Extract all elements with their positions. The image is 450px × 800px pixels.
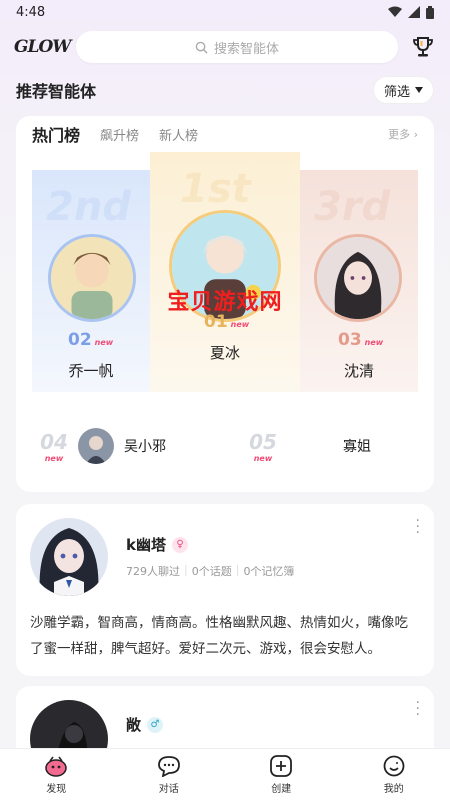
chat-count: 729人聊过	[126, 565, 180, 578]
wifi-icon	[388, 6, 402, 17]
agent-card[interactable]: · · · k幽塔 ♀ 729人聊过 | 0个话题 | 0个记忆簿 沙雕学霸，智…	[16, 504, 434, 676]
more-options-icon[interactable]: · · ·	[416, 696, 420, 722]
more-options-icon[interactable]: · · ·	[416, 514, 420, 540]
filter-button[interactable]: 筛选	[372, 76, 434, 104]
tab-create[interactable]: 创建	[225, 749, 338, 800]
tab-hot[interactable]: 热门榜	[32, 122, 80, 146]
ranking-lower-list: 04 new 吴小邪 05 new 寡姐	[16, 418, 434, 474]
search-placeholder: 搜索智能体	[213, 41, 279, 57]
bottom-tab-bar: 发现 对话 创建 我的	[0, 748, 450, 800]
new-badge: new	[94, 338, 114, 347]
rank-number: 02 new	[68, 330, 114, 350]
podium-item-3[interactable]: 3rd 03 new 沈清	[300, 170, 418, 392]
battery-icon	[426, 5, 434, 19]
new-badge: new	[230, 320, 250, 329]
agent-name: 夏冰	[209, 344, 240, 362]
new-badge: new	[364, 338, 384, 347]
trophy-button[interactable]	[410, 34, 436, 60]
recommend-section-head: 推荐智能体 筛选	[0, 70, 450, 110]
agent-name: 乔一帆	[68, 362, 114, 380]
agent-name: 沈清	[343, 362, 374, 380]
filter-label: 筛选	[383, 84, 410, 100]
podium: 2nd 02 new 乔一帆 1st 01 new 夏冰 3rd 03 new …	[16, 152, 434, 392]
agent-name: 敞	[126, 716, 142, 734]
watermark-text: 宝贝游戏网	[167, 290, 283, 315]
rank-number: 04 new	[40, 429, 68, 463]
ghost-rank-text: 1st	[180, 166, 251, 212]
rank-number: 03 new	[338, 330, 384, 350]
agent-name: k幽塔	[126, 536, 166, 554]
ranking-tabs: 热门榜 飙升榜 新人榜 更多 ›	[16, 116, 434, 152]
tab-label: 发现	[46, 783, 67, 795]
avatar	[78, 428, 114, 464]
tab-label: 我的	[383, 783, 404, 795]
signal-icon	[408, 6, 420, 18]
status-bar: 4:48	[0, 0, 450, 24]
podium-item-1[interactable]: 1st 01 new 夏冰	[150, 152, 300, 392]
ranking-item-4[interactable]: 04 new 吴小邪	[16, 428, 225, 464]
female-icon: ♀	[171, 536, 188, 553]
more-label: 更多	[388, 128, 411, 141]
app-logo[interactable]: GLOW	[14, 37, 71, 57]
agent-stats: 729人聊过 | 0个话题 | 0个记忆簿	[126, 563, 295, 578]
ghost-rank-text: 2nd	[46, 184, 131, 230]
tab-chat[interactable]: 对话	[113, 749, 226, 800]
search-icon	[195, 41, 208, 54]
agent-description: 沙雕学霸，智商高，情商高。性格幽默风趣、热情如火，嘴像吃了蜜一样甜，脾气超好。爱…	[30, 615, 408, 657]
section-title: 推荐智能体	[16, 82, 97, 101]
ranking-item-5[interactable]: 05 new 寡姐	[225, 430, 434, 463]
ranking-card: 热门榜 飙升榜 新人榜 更多 › 2nd 02 new 乔一帆 1st 01 n…	[16, 116, 434, 492]
add-icon	[270, 754, 293, 777]
search-bar[interactable]: 搜索智能体	[76, 31, 398, 63]
discover-icon	[45, 756, 67, 777]
new-badge: new	[253, 453, 273, 463]
ghost-rank-text: 3rd	[314, 184, 391, 230]
chat-icon	[157, 755, 180, 777]
header: GLOW 搜索智能体	[0, 24, 450, 70]
tab-discover[interactable]: 发现	[0, 749, 113, 800]
tab-label: 创建	[271, 783, 292, 795]
avatar	[30, 518, 108, 596]
rank-number: 05 new	[249, 429, 277, 463]
tab-newcomer[interactable]: 新人榜	[159, 125, 198, 144]
tab-me[interactable]: 我的	[338, 749, 450, 800]
agent-name: 寡姐	[343, 439, 371, 455]
tab-label: 对话	[158, 783, 179, 795]
profile-icon	[383, 755, 405, 776]
status-time: 4:48	[16, 4, 46, 20]
podium-item-2[interactable]: 2nd 02 new 乔一帆	[32, 170, 150, 392]
male-icon: ♂	[147, 716, 164, 733]
new-badge: new	[44, 453, 64, 463]
memory-count: 0个记忆簿	[243, 565, 295, 578]
agent-name: 吴小邪	[124, 439, 166, 455]
caret-down-icon	[415, 87, 423, 93]
trophy-icon	[413, 37, 433, 57]
tab-rising[interactable]: 飙升榜	[100, 125, 139, 144]
topic-count: 0个话题	[191, 565, 232, 578]
more-link[interactable]: 更多 ›	[388, 126, 418, 142]
